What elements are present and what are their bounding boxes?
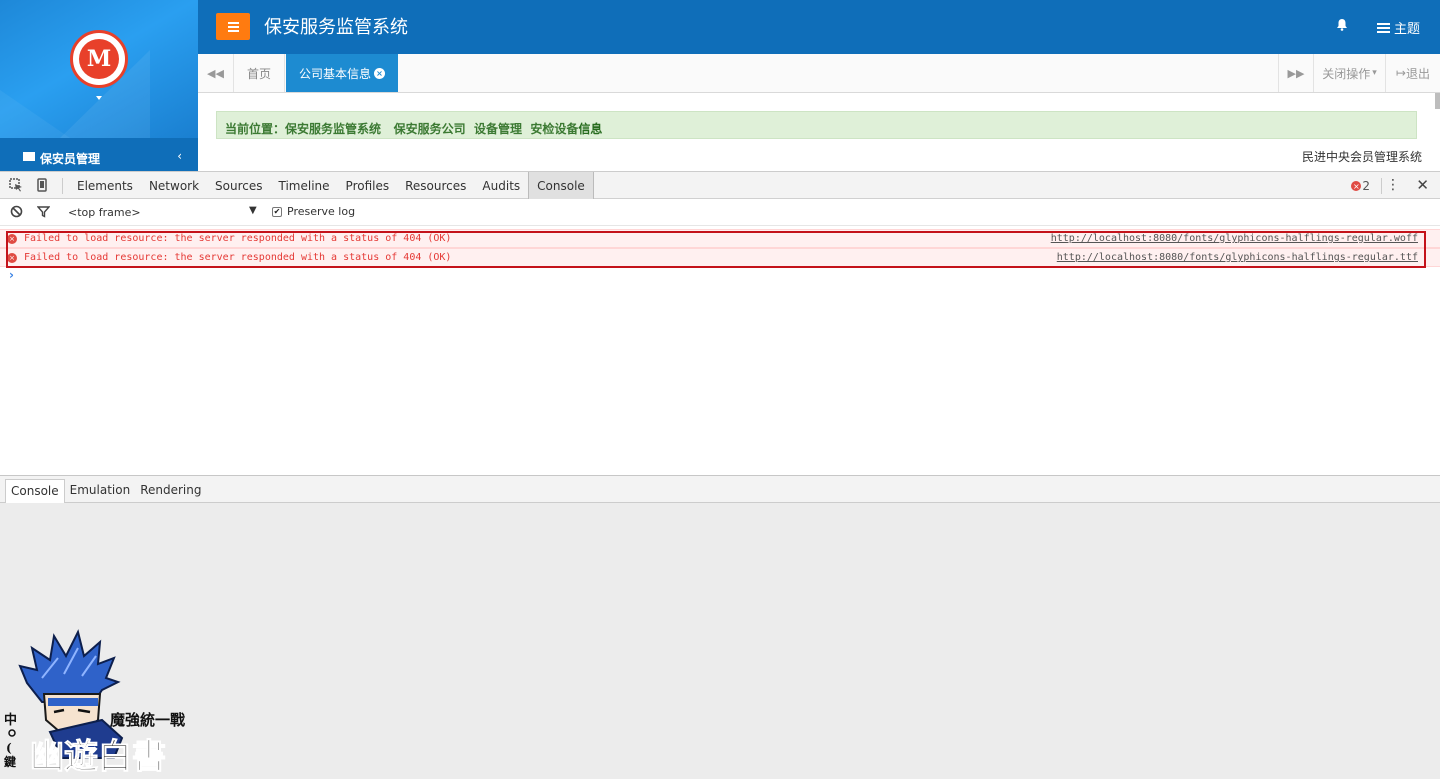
watermark-side-text: 中 — [4, 712, 17, 728]
console-toolbar: <top frame> ▼ ✔ Preserve log — [0, 199, 1440, 226]
chevron-down-icon: ▾ — [1372, 68, 1377, 78]
device-mode-icon[interactable] — [35, 178, 49, 192]
console-prompt[interactable]: › — [9, 268, 14, 282]
tab-sources[interactable]: Sources — [207, 172, 270, 199]
tab-console[interactable]: Console — [528, 172, 594, 199]
menu-toggle-button[interactable] — [216, 13, 250, 40]
devtools-drawer: Console Emulation Rendering — [0, 476, 1440, 503]
breadcrumb-item[interactable]: 保安服务监管系统 — [285, 122, 381, 136]
frame-select[interactable]: <top frame> — [68, 206, 141, 219]
inspect-element-icon[interactable] — [9, 178, 23, 192]
scrollbar[interactable] — [1435, 93, 1440, 109]
chevron-down-icon[interactable]: ▼ — [249, 205, 257, 216]
annotation-highlight-box — [6, 231, 1426, 268]
tab-profiles[interactable]: Profiles — [338, 172, 398, 199]
page-tabbar: ◀◀ 首页 公司基本信息 × ▶▶ 关闭操作 ▾ ↦ 退出 — [198, 54, 1440, 93]
tab-network[interactable]: Network — [141, 172, 207, 199]
sidebar: M 保安员管理 ‹ — [0, 0, 198, 171]
tabs-next-button[interactable]: ▶▶ — [1278, 54, 1314, 92]
tab-elements[interactable]: Elements — [69, 172, 141, 199]
breadcrumb-current: 信息 — [578, 122, 603, 136]
tab-timeline[interactable]: Timeline — [271, 172, 338, 199]
clear-console-icon[interactable] — [9, 205, 23, 219]
breadcrumb-item[interactable]: 设备管理 — [474, 122, 522, 136]
drawer-tab-console[interactable]: Console — [5, 479, 65, 503]
breadcrumb-item[interactable]: 保安服务公司 — [394, 122, 466, 136]
tab-company-info[interactable]: 公司基本信息 × — [286, 54, 399, 92]
devtools-tabs: Elements Network Sources Timeline Profil… — [69, 172, 594, 199]
theme-icon — [1376, 22, 1390, 33]
drawer-tab-rendering[interactable]: Rendering — [135, 479, 206, 503]
theme-label: 主题 — [1393, 22, 1420, 37]
close-icon[interactable]: ✕ — [1416, 176, 1429, 194]
svg-text:(: ( — [6, 741, 12, 755]
tab-audits[interactable]: Audits — [474, 172, 528, 199]
sidebar-item-guard-management[interactable]: 保安员管理 ‹ — [0, 138, 198, 171]
drawer-tab-emulation[interactable]: Emulation — [65, 479, 136, 503]
top-navbar: 保安服务监管系统 主题 — [198, 0, 1440, 54]
bell-icon[interactable] — [1336, 18, 1348, 35]
logout-button[interactable]: ↦ 退出 — [1386, 54, 1440, 92]
tab-close-icon[interactable]: × — [374, 67, 386, 79]
collapse-arrow-icon[interactable]: ‹ — [177, 149, 182, 163]
checkbox-checked-icon[interactable]: ✔ — [272, 206, 282, 217]
theme-button[interactable]: 主题 — [1376, 18, 1420, 37]
devtools-toolbar: Elements Network Sources Timeline Profil… — [0, 171, 1440, 199]
envelope-icon — [23, 152, 35, 161]
watermark-mascot: 中 ( 鍵 魔強統一戰 幽遊白書 — [2, 628, 192, 778]
app-logo[interactable]: M — [70, 30, 128, 88]
tabs-prev-button[interactable]: ◀◀ — [198, 54, 234, 92]
sidebar-item-label: 保安员管理 — [40, 152, 101, 166]
error-counter[interactable]: × 2 — [1351, 179, 1370, 193]
tab-resources[interactable]: Resources — [397, 172, 474, 199]
web-app: M 保安员管理 ‹ 保安服务监管系统 主题 ◀◀ 首页 公司基本信息 × ▶▶ … — [0, 0, 1440, 171]
preserve-log-label: Preserve log — [287, 205, 356, 218]
close-operations-dropdown[interactable]: 关闭操作 ▾ — [1314, 54, 1386, 92]
kebab-menu-icon[interactable]: ⋮ — [1386, 177, 1400, 193]
user-caret-icon[interactable] — [96, 96, 102, 100]
tab-home[interactable]: 首页 — [234, 54, 286, 92]
watermark-title-big: 幽遊白書 — [30, 737, 166, 775]
error-icon: × — [1351, 181, 1362, 191]
svg-text:鍵: 鍵 — [4, 754, 16, 769]
logo-glyph: M — [79, 39, 119, 79]
error-count: 2 — [1362, 179, 1370, 193]
breadcrumb-item[interactable]: 安检设备 — [530, 122, 578, 136]
logout-icon: ↦ — [1395, 66, 1407, 80]
watermark-title-small: 魔強統一戰 — [110, 711, 185, 729]
breadcrumb: 当前位置：保安服务监管系统 保安服务公司 设备管理 安检设备信息 — [216, 111, 1417, 139]
preserve-log-checkbox[interactable]: ✔ Preserve log — [272, 205, 355, 218]
filter-icon[interactable] — [35, 205, 51, 219]
page-title: 保安服务监管系统 — [264, 17, 408, 38]
footer-system-name: 民进中央会员管理系统 — [1301, 150, 1422, 164]
